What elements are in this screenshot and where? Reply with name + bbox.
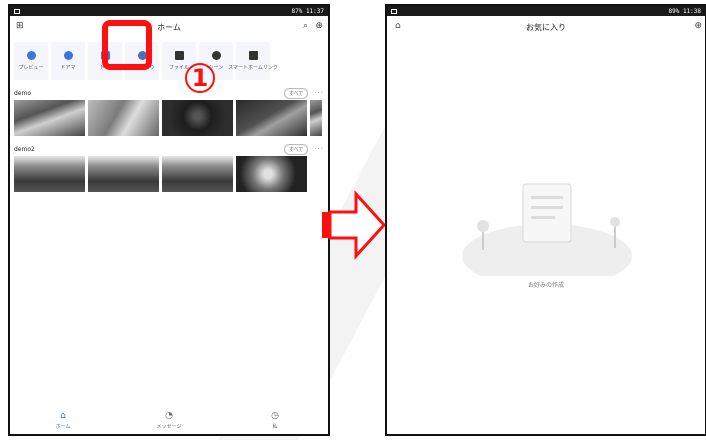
grid-menu-icon[interactable]: ⊞: [16, 21, 24, 31]
quick-smart-home[interactable]: スマートホームリンク: [228, 42, 278, 80]
view-all-button[interactable]: すべて: [283, 143, 309, 155]
device-demo: demo すべて ···: [10, 86, 328, 136]
user-icon: ◷: [271, 411, 279, 421]
highlight-box: [102, 20, 152, 70]
status-right: 89% 11:38: [668, 8, 701, 15]
device-name: demo2: [14, 145, 35, 153]
view-all-button[interactable]: すべて: [283, 87, 309, 99]
search-icon[interactable]: ⌕: [303, 21, 308, 31]
home-icon: ⌂: [60, 411, 66, 421]
nav-me[interactable]: ◷ 私: [245, 411, 305, 431]
top-bar: ⌂ お気に入り ⊕: [387, 16, 705, 38]
bottom-nav: ⌂ ホーム ◔ メッセージ ◷ 私: [10, 408, 328, 434]
quick-doorbell[interactable]: ドアマ: [51, 42, 85, 80]
more-icon[interactable]: ···: [314, 145, 324, 153]
preview-icon: [26, 51, 36, 60]
home-screen: 87% 11:37 ⊞ ホーム ⌕ ⊕ プレビュー ドアマ ドア お気に入り フ…: [8, 4, 330, 436]
top-bar: ⊞ ホーム ⌕ ⊕: [10, 16, 328, 38]
nav-home[interactable]: ⌂ ホーム: [33, 411, 93, 431]
device-actions: すべて ···: [283, 87, 324, 99]
smart-home-icon: [248, 51, 258, 60]
device-header: demo すべて ···: [14, 86, 324, 100]
camera-thumbnail[interactable]: [162, 156, 233, 192]
add-icon[interactable]: ⊕: [694, 21, 702, 31]
message-icon: ◔: [165, 411, 173, 421]
file-icon: [174, 51, 184, 60]
channel-thumbnails: [14, 100, 324, 136]
page-title: ホーム: [157, 22, 181, 32]
step-number: 1: [185, 63, 215, 93]
device-demo2: demo2 すべて ···: [10, 142, 328, 192]
home-icon[interactable]: ⌂: [395, 21, 401, 31]
scene-icon: [211, 51, 221, 60]
camera-thumbnail[interactable]: [310, 100, 322, 136]
empty-state-text: お好みの作成: [527, 282, 564, 289]
camera-thumbnail[interactable]: [88, 100, 159, 136]
status-bar: 87% 11:37: [10, 6, 328, 16]
device-name: demo: [14, 89, 32, 97]
nav-message[interactable]: ◔ メッセージ: [139, 411, 199, 431]
quick-actions: プレビュー ドアマ ドア お気に入り ファイル シーン スマートホームリンク: [10, 38, 328, 86]
battery-level: 87%: [291, 7, 303, 15]
clock: 11:38: [682, 7, 701, 15]
camera-thumbnail[interactable]: [14, 156, 85, 192]
channel-thumbnails: [14, 156, 324, 192]
notification-icon: [391, 8, 397, 14]
device-header: demo2 すべて ···: [14, 142, 324, 156]
device-actions: すべて ···: [283, 143, 324, 155]
notification-icon: [14, 8, 20, 14]
status-right: 87% 11:37: [291, 8, 324, 15]
quick-preview[interactable]: プレビュー: [14, 42, 48, 80]
clock: 11:37: [305, 7, 324, 15]
more-icon[interactable]: ···: [314, 89, 324, 97]
camera-thumbnail[interactable]: [236, 100, 307, 136]
empty-state-illustration-icon: [462, 183, 632, 276]
doorbell-icon: [63, 51, 73, 60]
transition-arrow-icon: [322, 190, 387, 260]
status-bar: 89% 11:38: [387, 6, 705, 16]
favorites-screen: 89% 11:38 ⌂ お気に入り ⊕ お好みの作成: [385, 4, 706, 436]
battery-level: 89%: [668, 7, 680, 15]
camera-thumbnail[interactable]: [88, 156, 159, 192]
camera-thumbnail[interactable]: [236, 156, 307, 192]
camera-thumbnail[interactable]: [162, 100, 233, 136]
camera-thumbnail[interactable]: [14, 100, 85, 136]
add-icon[interactable]: ⊕: [315, 21, 323, 31]
page-title: お気に入り: [526, 22, 566, 32]
